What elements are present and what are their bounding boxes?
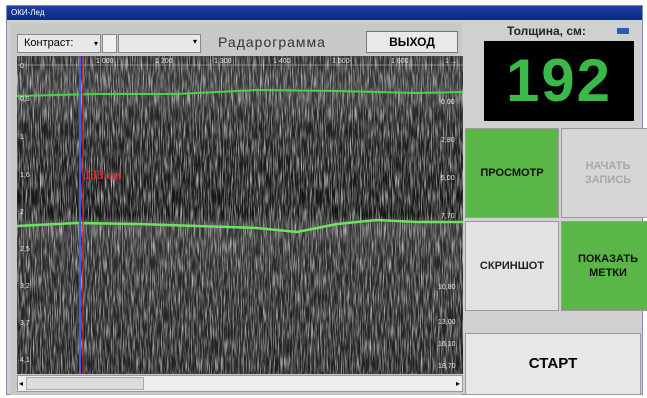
top-tick: 1 000	[96, 58, 114, 65]
start-button[interactable]: СТАРТ	[465, 333, 641, 395]
radargram-section: Контраст: ▾ ▾ Радарограмма ВЫХОД 1 000 1…	[10, 23, 463, 395]
contrast-dropdown[interactable]: Контраст: ▾	[17, 34, 101, 53]
left-tick: 1,6	[20, 172, 30, 179]
top-tick: 1 500	[332, 58, 350, 65]
contrast-label: Контраст:	[24, 37, 74, 49]
screenshot-button-label: СКРИНШОТ	[479, 260, 545, 272]
app-window: ОКИ-Лед Контраст: ▾ ▾ Радарограмма ВЫХОД	[6, 5, 647, 395]
left-tick: 1	[20, 134, 24, 141]
left-tick: 3,2	[20, 283, 30, 290]
radargram-canvas[interactable]: 1 000 1 200 1 300 1 400 1 500 1 600 1 ..…	[17, 56, 463, 374]
scroll-right-arrow-icon[interactable]: ▸	[456, 376, 460, 391]
radargram-title: Радарограмма	[218, 34, 326, 50]
show-marks-label: ПОКАЗАТЬ МЕТКИ	[577, 253, 639, 279]
right-tick: 18,70	[438, 363, 456, 370]
view-button-label: ПРОСМОТР	[480, 167, 544, 179]
left-tick: 4,1	[20, 357, 30, 364]
top-tick: 1 ...	[445, 58, 457, 65]
left-tick: 2,5	[20, 246, 30, 253]
radargram-noise	[17, 56, 463, 374]
window-title: ОКИ-Лед	[11, 8, 45, 17]
right-tick: 5,00	[441, 175, 455, 182]
right-tick: 16,10	[438, 341, 456, 348]
top-tick: 1 200	[155, 58, 173, 65]
top-tick: 1 300	[214, 58, 232, 65]
scroll-left-arrow-icon[interactable]: ◂	[19, 376, 23, 391]
left-tick: 3,7	[20, 320, 30, 327]
exit-button[interactable]: ВЫХОД	[366, 31, 458, 53]
screenshot-button[interactable]: СКРИНШОТ	[465, 221, 559, 311]
start-button-label: СТАРТ	[528, 355, 578, 372]
window-titlebar: ОКИ-Лед	[7, 6, 642, 20]
right-tick: 13,00	[438, 319, 456, 326]
right-tick: 0,00	[441, 99, 455, 106]
right-tick: 7,70	[441, 213, 455, 220]
thickness-display: 192	[484, 41, 634, 121]
left-tick: 2	[20, 209, 24, 216]
depth-marker-label: 133 см	[84, 167, 122, 182]
thickness-value: 192	[505, 47, 613, 114]
show-marks-button[interactable]: ПОКАЗАТЬ МЕТКИ	[561, 221, 647, 311]
status-led-icon	[617, 28, 629, 34]
right-tick: 10,80	[438, 284, 456, 291]
scrollbar-thumb[interactable]	[26, 377, 144, 390]
start-recording-button[interactable]: НАЧАТЬ ЗАПИСЬ	[561, 128, 647, 218]
radargram-toolbar: Контраст: ▾ ▾ Радарограмма ВЫХОД	[10, 27, 462, 53]
contrast-value-combo[interactable]: ▾	[118, 34, 201, 53]
left-tick: 0,5	[20, 96, 30, 103]
top-tick: 1 400	[273, 58, 291, 65]
radargram-svg: 1 000 1 200 1 300 1 400 1 500 1 600 1 ..…	[17, 56, 463, 374]
contrast-slider-handle[interactable]	[102, 34, 117, 53]
chevron-down-icon: ▾	[93, 39, 98, 48]
top-tick: 1 600	[391, 58, 409, 65]
start-recording-label: НАЧАТЬ ЗАПИСЬ	[584, 160, 632, 186]
thickness-label: Толщина, см:	[507, 24, 586, 38]
thickness-header: Толщина, см:	[465, 23, 641, 39]
control-panel: Толщина, см: 192 ПРОСМОТР НАЧАТЬ ЗАПИСЬ …	[465, 23, 647, 395]
horizontal-scrollbar[interactable]: ◂ ▸	[17, 375, 463, 392]
chevron-down-icon: ▾	[192, 37, 197, 46]
view-button[interactable]: ПРОСМОТР	[465, 128, 559, 218]
right-tick: 2,80	[441, 137, 455, 144]
left-tick: 0	[20, 63, 24, 70]
